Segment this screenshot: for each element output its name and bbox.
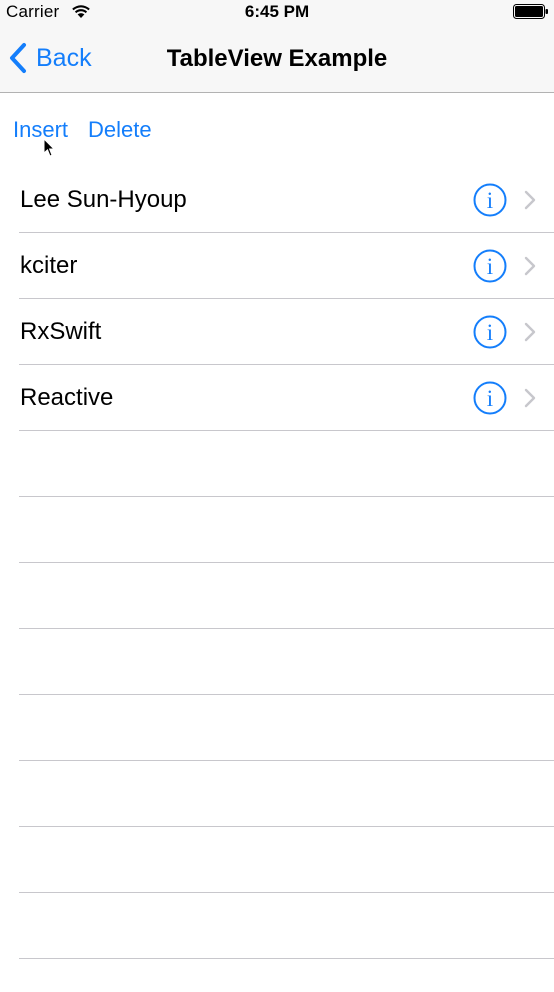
empty-row bbox=[0, 629, 554, 695]
screen: Carrier 6:45 PM Back TableView Example I… bbox=[0, 0, 554, 992]
empty-row bbox=[0, 431, 554, 497]
navigation-bar: Back TableView Example bbox=[0, 24, 554, 93]
disclosure-chevron-icon bbox=[524, 388, 536, 408]
row-label: Lee Sun-Hyoup bbox=[20, 186, 187, 213]
info-icon[interactable]: i bbox=[473, 315, 507, 349]
back-button[interactable]: Back bbox=[8, 40, 92, 76]
empty-row bbox=[0, 893, 554, 959]
back-label: Back bbox=[36, 43, 92, 72]
empty-row bbox=[0, 563, 554, 629]
svg-text:i: i bbox=[487, 386, 493, 411]
chevron-left-icon bbox=[10, 43, 26, 73]
table-row[interactable]: RxSwift i bbox=[0, 299, 554, 365]
action-row: Insert Delete bbox=[0, 93, 554, 167]
disclosure-chevron-icon bbox=[524, 190, 536, 210]
table-row[interactable]: Lee Sun-Hyoup i bbox=[0, 167, 554, 233]
insert-button[interactable]: Insert bbox=[13, 117, 68, 143]
disclosure-chevron-icon bbox=[524, 322, 536, 342]
row-label: RxSwift bbox=[20, 318, 102, 345]
table-view[interactable]: Lee Sun-Hyoup i kciter i RxSwift i Reactive i bbox=[0, 167, 554, 959]
info-icon[interactable]: i bbox=[473, 183, 507, 217]
info-icon[interactable]: i bbox=[473, 249, 507, 283]
svg-text:i: i bbox=[487, 188, 493, 213]
svg-text:i: i bbox=[487, 254, 493, 279]
empty-row bbox=[0, 827, 554, 893]
battery-icon bbox=[513, 4, 548, 19]
svg-text:i: i bbox=[487, 320, 493, 345]
table-row[interactable]: Reactive i bbox=[0, 365, 554, 431]
table-row[interactable]: kciter i bbox=[0, 233, 554, 299]
disclosure-chevron-icon bbox=[524, 256, 536, 276]
empty-row bbox=[0, 497, 554, 563]
status-time: 6:45 PM bbox=[244, 2, 310, 21]
status-bar: Carrier 6:45 PM bbox=[0, 0, 554, 24]
delete-button[interactable]: Delete bbox=[88, 117, 152, 143]
empty-row bbox=[0, 695, 554, 761]
empty-row bbox=[0, 761, 554, 827]
info-icon[interactable]: i bbox=[473, 381, 507, 415]
row-label: Reactive bbox=[20, 384, 114, 411]
row-label: kciter bbox=[20, 252, 78, 279]
